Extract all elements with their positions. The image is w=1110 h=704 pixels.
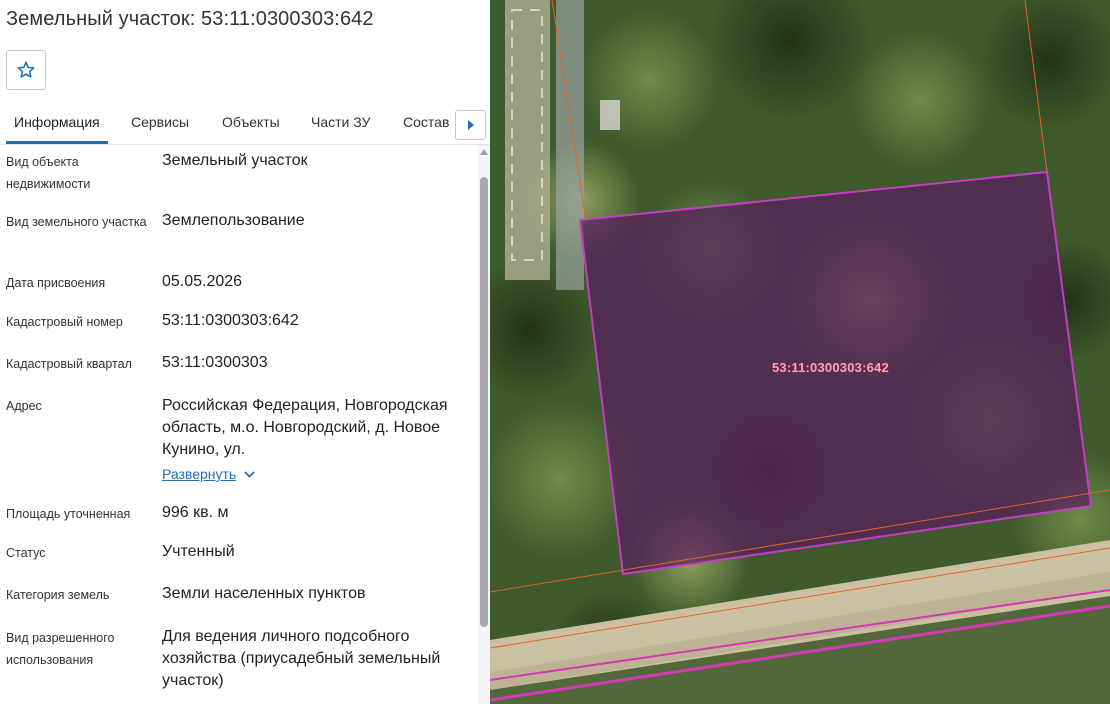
label-area: Площадь уточненная [6, 507, 131, 521]
value-area: 996 кв. м [162, 504, 229, 521]
satellite-imagery [490, 0, 1110, 704]
tab-parts[interactable]: Части ЗУ [311, 114, 370, 130]
tab-composition[interactable]: Состав [403, 114, 449, 130]
parcel-map-label[interactable]: 53:11:0300303:642 [772, 360, 889, 375]
value-permitted-use: Для ведения личного подсобного хозяйства… [162, 628, 441, 689]
chevron-down-icon [244, 470, 255, 478]
page-title: Земельный участок: 53:11:0300303:642 [6, 8, 374, 30]
active-tab-indicator [6, 141, 108, 144]
value-assign-date: 05.05.2026 [162, 273, 243, 290]
scroll-up-arrow-icon[interactable] [480, 149, 488, 155]
value-cadastral-number: 53:11:0300303:642 [162, 312, 299, 329]
panel-scrollbar[interactable] [478, 145, 490, 704]
label-cadastral-number: Кадастровый номер [6, 315, 123, 329]
label-object-type: Вид объекта недвижимости [6, 155, 91, 191]
value-land-type: Землепользование [162, 212, 305, 229]
value-address: Российская Федерация, Новгородская облас… [162, 397, 448, 458]
info-panel: Земельный участок: 53:11:0300303:642 Инф… [0, 0, 490, 704]
value-cadastral-quarter: 53:11:0300303 [162, 354, 268, 371]
tab-information[interactable]: Информация [14, 114, 100, 130]
expand-label: Развернуть [162, 466, 237, 482]
address-expand-link[interactable]: Развернуть [162, 466, 255, 482]
tab-bar: Информация Сервисы Объекты Части ЗУ Сост… [0, 108, 490, 145]
caret-right-icon [467, 120, 474, 130]
tab-services[interactable]: Сервисы [131, 114, 189, 130]
star-outline-icon [17, 61, 35, 78]
label-assign-date: Дата присвоения [6, 276, 106, 290]
label-status: Статус [6, 546, 46, 560]
value-object-type: Земельный участок [162, 152, 308, 169]
label-cadastral-quarter: Кадастровый квартал [6, 357, 132, 371]
favorite-button[interactable] [6, 50, 46, 90]
map-view[interactable]: 53:11:0300303:642 [490, 0, 1110, 704]
label-permitted-use: Вид разрешенного использования [6, 631, 115, 667]
label-address: Адрес [6, 399, 42, 413]
property-list: Вид объекта недвижимости Земельный участ… [0, 145, 478, 704]
value-land-category: Земли населенных пунктов [162, 585, 366, 602]
label-land-type: Вид земельного участка [6, 215, 147, 229]
tab-objects[interactable]: Объекты [222, 114, 280, 130]
tabs-scroll-next-button[interactable] [455, 110, 486, 140]
label-land-category: Категория земель [6, 588, 110, 602]
value-status: Учтенный [162, 543, 235, 560]
scrollbar-thumb[interactable] [480, 177, 488, 627]
